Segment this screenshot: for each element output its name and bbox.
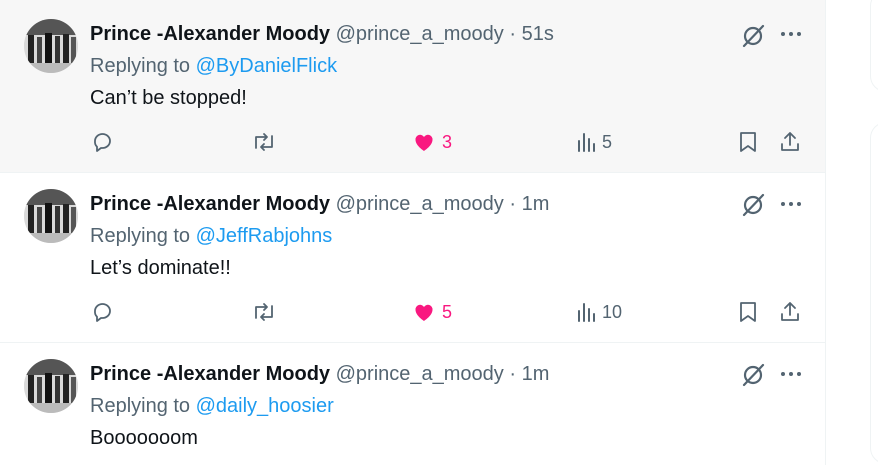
like-button[interactable]: 3 (412, 127, 452, 157)
more-icon[interactable] (778, 191, 804, 217)
heart-icon (415, 304, 433, 321)
separator: · (509, 23, 517, 45)
grok-icon[interactable] (740, 23, 766, 49)
bookmark-button[interactable] (737, 297, 759, 327)
post-header: Prince -Alexander Moody @prince_a_moody … (90, 22, 554, 46)
author-name[interactable]: Prince -Alexander Moody (90, 193, 330, 215)
bookmark-icon (740, 132, 756, 152)
post[interactable]: Prince -Alexander Moody @prince_a_moody … (0, 0, 825, 173)
repost-button[interactable] (251, 127, 277, 157)
bookmark-button[interactable] (737, 127, 759, 157)
avatar[interactable] (24, 189, 78, 243)
reply-button[interactable] (91, 297, 115, 327)
more-icon[interactable] (778, 21, 804, 47)
mention-link[interactable]: @daily_hoosier (196, 395, 334, 417)
repost-icon (255, 303, 273, 321)
sidebar-panel (870, 122, 878, 464)
replying-label: Replying to (90, 395, 191, 417)
timeline-feed: Prince -Alexander Moody @prince_a_moody … (0, 0, 826, 465)
replying-label: Replying to (90, 55, 191, 77)
grok-icon[interactable] (740, 192, 766, 218)
mention-link[interactable]: @ByDanielFlick (196, 55, 337, 77)
author-handle[interactable]: @prince_a_moody (336, 363, 504, 385)
right-sidebar (852, 0, 878, 465)
post-text: Let’s dominate!! (90, 257, 231, 279)
replying-to: Replying to @ByDanielFlick (90, 54, 337, 78)
replying-to: Replying to @daily_hoosier (90, 394, 334, 418)
post-actions: 3 5 (0, 127, 825, 157)
bookmark-icon (740, 302, 756, 322)
post-text: Booooooom (90, 427, 198, 449)
author-name[interactable]: Prince -Alexander Moody (90, 363, 330, 385)
views-button[interactable]: 10 (576, 297, 622, 327)
like-count: 3 (442, 131, 453, 152)
reply-icon (94, 303, 111, 322)
views-button[interactable]: 5 (576, 127, 612, 157)
view-count: 5 (602, 131, 613, 152)
heart-icon (415, 134, 433, 151)
post-text: Can’t be stopped! (90, 87, 247, 109)
author-handle[interactable]: @prince_a_moody (336, 23, 504, 45)
replying-to: Replying to @JeffRabjohns (90, 224, 332, 248)
grok-icon[interactable] (740, 362, 766, 388)
post-time[interactable]: 1m (522, 363, 550, 385)
avatar[interactable] (24, 19, 78, 73)
share-button[interactable] (778, 297, 802, 327)
repost-button[interactable] (251, 297, 277, 327)
replying-label: Replying to (90, 225, 191, 247)
post-header: Prince -Alexander Moody @prince_a_moody … (90, 362, 549, 386)
author-handle[interactable]: @prince_a_moody (336, 193, 504, 215)
post-time[interactable]: 1m (522, 193, 550, 215)
post[interactable]: Prince -Alexander Moody @prince_a_moody … (0, 343, 825, 465)
separator: · (509, 363, 517, 385)
views-icon (578, 303, 595, 322)
views-icon (578, 133, 595, 152)
mention-link[interactable]: @JeffRabjohns (196, 225, 333, 247)
reply-button[interactable] (91, 127, 115, 157)
sidebar-panel (870, 0, 878, 92)
more-icon[interactable] (778, 361, 804, 387)
like-button[interactable]: 5 (412, 297, 452, 327)
share-button[interactable] (778, 127, 802, 157)
share-icon (781, 132, 799, 151)
share-icon (781, 302, 799, 321)
post-time[interactable]: 51s (522, 23, 554, 45)
repost-icon (255, 133, 273, 151)
view-count: 10 (602, 301, 623, 322)
reply-icon (94, 133, 111, 152)
post[interactable]: Prince -Alexander Moody @prince_a_moody … (0, 173, 825, 343)
separator: · (509, 193, 517, 215)
post-header: Prince -Alexander Moody @prince_a_moody … (90, 192, 549, 216)
post-actions: 5 10 (0, 297, 825, 327)
avatar[interactable] (24, 359, 78, 413)
like-count: 5 (442, 301, 453, 322)
author-name[interactable]: Prince -Alexander Moody (90, 23, 330, 45)
